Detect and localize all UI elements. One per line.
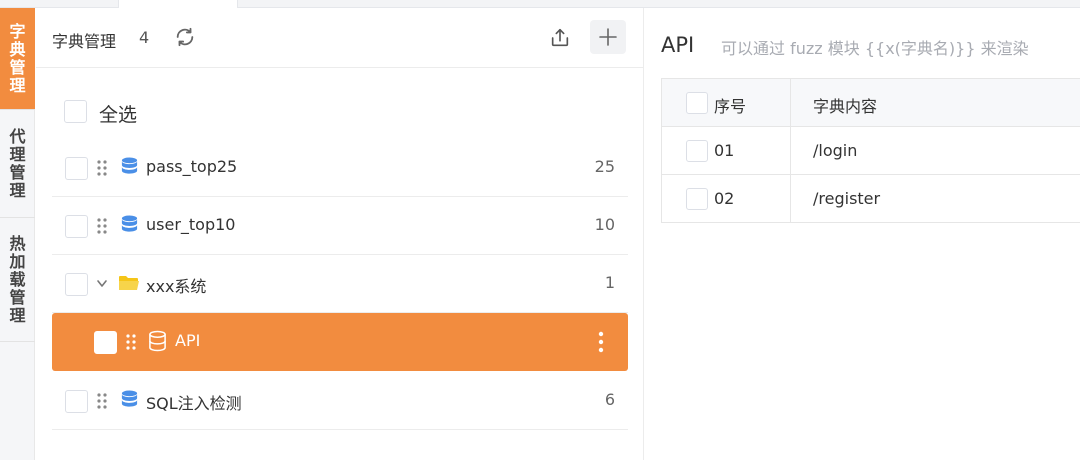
vtab-label-char: 加 xyxy=(9,251,26,271)
vertical-tab-bar: 字典管理 代理管理 热加载管理 xyxy=(0,8,35,460)
list-item-selected[interactable]: API xyxy=(52,313,628,371)
panel-title: 字典管理 xyxy=(52,32,117,51)
chevron-down-icon[interactable] xyxy=(96,277,108,291)
item-name: xxx系统 xyxy=(146,277,207,296)
refresh-icon[interactable] xyxy=(172,24,198,50)
row-index: 01 xyxy=(714,141,735,160)
item-checkbox[interactable] xyxy=(65,215,88,238)
row-checkbox[interactable] xyxy=(686,188,708,210)
select-all-label: 全选 xyxy=(99,104,138,126)
item-count: 6 xyxy=(604,390,615,409)
dictionary-count: 4 xyxy=(139,28,150,47)
vtab-label-char: 理 xyxy=(9,144,26,164)
more-vertical-icon[interactable] xyxy=(598,331,604,353)
vtab-label-char: 理 xyxy=(9,180,26,200)
top-tab-strip xyxy=(0,0,1080,8)
dictionary-detail-panel: API 可以通过 fuzz 模块 {{x(字典名)}} 来渲染 序号 字典内容 … xyxy=(645,8,1080,460)
database-icon xyxy=(149,330,166,352)
vtab-label-char: 管 xyxy=(9,162,26,182)
item-count: 1 xyxy=(604,273,615,292)
dictionary-content-table: 序号 字典内容 01 /login 02 /register xyxy=(661,78,1080,223)
dictionary-list-panel: 字典管理 4 全选 pass_top25 25 user_top10 10 xx… xyxy=(36,8,644,460)
item-checkbox[interactable] xyxy=(65,390,88,413)
folder-open-icon xyxy=(119,276,139,290)
item-count: 25 xyxy=(594,157,615,176)
table-row[interactable]: 02 /register xyxy=(662,175,1080,223)
list-item[interactable]: SQL注入检测 6 xyxy=(52,372,628,430)
row-index: 02 xyxy=(714,189,735,208)
table-select-all-checkbox[interactable] xyxy=(686,92,708,114)
database-icon xyxy=(121,157,138,174)
drag-handle-icon[interactable] xyxy=(125,333,137,351)
list-item-folder[interactable]: xxx系统 1 xyxy=(52,255,628,313)
render-hint: 可以通过 fuzz 模块 {{x(字典名)}} 来渲染 xyxy=(721,39,1029,58)
vtab-dictionary[interactable]: 字典管理 xyxy=(0,8,35,110)
column-divider xyxy=(790,79,791,126)
item-checkbox[interactable] xyxy=(94,331,117,354)
database-icon xyxy=(121,215,138,232)
top-tab-stub[interactable] xyxy=(118,0,238,8)
vtab-label-char: 典 xyxy=(9,39,26,59)
table-row[interactable]: 01 /login xyxy=(662,127,1080,175)
item-name: user_top10 xyxy=(146,215,236,234)
column-divider xyxy=(790,175,791,222)
vtab-label-char: 理 xyxy=(9,75,26,95)
item-name: API xyxy=(175,331,201,350)
vtab-label-char: 载 xyxy=(9,269,26,289)
column-divider xyxy=(790,127,791,174)
add-dictionary-button[interactable] xyxy=(590,20,626,54)
item-checkbox[interactable] xyxy=(65,273,88,296)
row-content: /register xyxy=(813,189,881,208)
vtab-label-char: 管 xyxy=(9,287,26,307)
item-count: 10 xyxy=(594,215,615,234)
vtab-proxy[interactable]: 代理管理 xyxy=(0,110,35,218)
dictionary-panel-header: 字典管理 4 xyxy=(36,8,644,68)
vtab-label-char: 代 xyxy=(9,126,26,146)
drag-handle-icon[interactable] xyxy=(96,159,108,177)
vtab-hotload[interactable]: 热加载管理 xyxy=(0,218,35,342)
list-item[interactable]: pass_top25 25 xyxy=(52,139,628,197)
vtab-label-char: 管 xyxy=(9,57,26,77)
table-header: 序号 字典内容 xyxy=(662,79,1080,127)
plus-icon xyxy=(599,28,617,46)
item-name: pass_top25 xyxy=(146,157,238,176)
row-checkbox[interactable] xyxy=(686,140,708,162)
dictionary-list: pass_top25 25 user_top10 10 xxx系统 1 API … xyxy=(52,139,628,430)
list-item[interactable]: user_top10 10 xyxy=(52,197,628,255)
select-all-row[interactable]: 全选 xyxy=(64,97,564,127)
column-header-index: 序号 xyxy=(714,97,747,116)
drag-handle-icon[interactable] xyxy=(96,392,108,410)
vtab-label-char: 理 xyxy=(9,305,26,325)
column-header-content: 字典内容 xyxy=(813,97,878,116)
row-content: /login xyxy=(813,141,858,160)
vtab-label-char: 热 xyxy=(9,233,26,253)
export-icon[interactable] xyxy=(546,24,574,52)
item-checkbox[interactable] xyxy=(65,157,88,180)
database-icon xyxy=(121,390,138,407)
detail-title: API xyxy=(661,33,695,57)
item-name: SQL注入检测 xyxy=(146,394,242,413)
drag-handle-icon[interactable] xyxy=(96,217,108,235)
vtab-label-char: 字 xyxy=(9,21,26,41)
select-all-checkbox[interactable] xyxy=(64,100,87,123)
